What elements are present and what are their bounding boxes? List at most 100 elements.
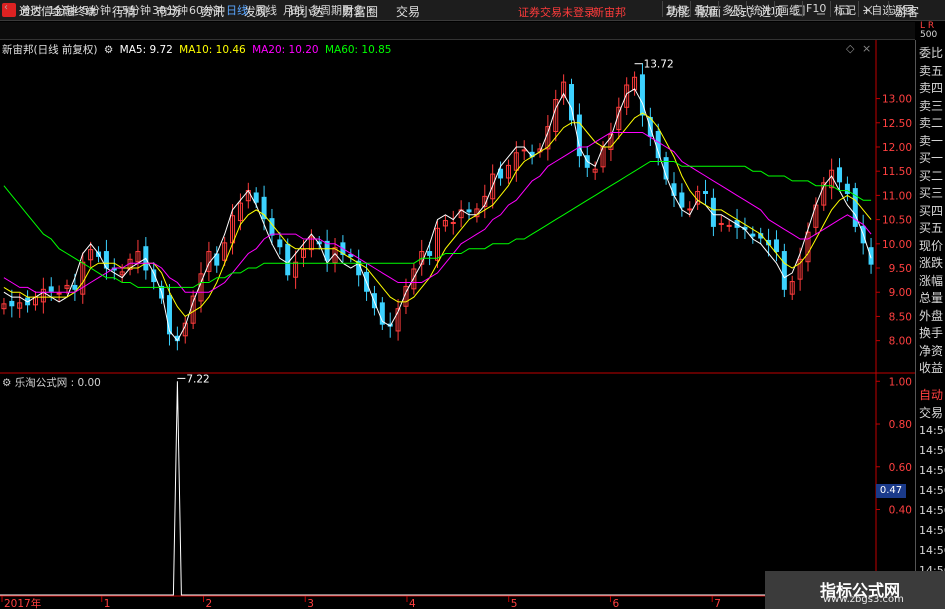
period-multi[interactable]: 多周期 — [309, 2, 342, 18]
ma5-label: MA5: 9.72 — [119, 44, 173, 56]
period-more[interactable]: 更多 — [342, 2, 364, 18]
sidebar-row: 现价 — [919, 238, 944, 253]
y-tick-label: 8.00 — [889, 336, 912, 348]
sidebar-row: 买四 — [919, 203, 944, 218]
trade-time: 14:56 — [919, 504, 945, 517]
draw-button[interactable]: 画线 — [774, 1, 803, 17]
left-arrow-icon[interactable]: ‹ — [4, 2, 8, 13]
candle-body — [450, 222, 456, 225]
overlay-button[interactable]: 叠加 — [690, 1, 719, 17]
diamond-icon[interactable]: ◇ — [846, 42, 854, 55]
sidebar-row: 卖三 — [919, 98, 944, 113]
ind-y-tick-label: 0.80 — [889, 419, 912, 431]
trade-time: 14:56 — [919, 464, 945, 477]
sidebar-row: 换手 — [919, 326, 944, 340]
trade-time: 14:56 — [919, 484, 945, 497]
y-tick-label: 9.00 — [889, 287, 912, 299]
period-weekly[interactable]: 周线 — [255, 2, 277, 18]
candle-body — [466, 209, 472, 213]
x-tick-label: 6 — [612, 598, 619, 609]
y-tick-label: 12.00 — [882, 142, 912, 154]
candle-body — [655, 130, 661, 159]
sidebar-row: 卖一 — [919, 133, 944, 148]
candle-body — [718, 222, 724, 225]
period-daily[interactable]: 日线 — [226, 2, 248, 18]
sidebar-row: 涨幅 — [919, 273, 944, 288]
sidebar-row: 买二 — [919, 168, 944, 183]
ind-y-tick-label: 1.00 — [889, 376, 912, 388]
f10-button[interactable]: F10 — [802, 1, 829, 17]
sidebar-row: 卖四 — [919, 81, 944, 95]
y-tick-label: 10.50 — [882, 215, 912, 227]
close-chart-icon[interactable]: × — [862, 42, 871, 55]
annotation-label: 7.22 — [186, 373, 209, 385]
indicator-info: ⚙ 乐淘公式网 : 0.00 — [2, 375, 101, 390]
back-button[interactable]: 返回 — [888, 1, 917, 17]
sidebar-row: 外盘 — [919, 308, 944, 323]
auto-label[interactable]: 自动 — [919, 386, 943, 403]
more-arrow-icon[interactable]: › — [368, 2, 372, 15]
candle-body — [9, 300, 15, 307]
candle-body — [750, 233, 756, 237]
period-toolbar — [0, 22, 915, 40]
indicator-title: 乐淘公式网 : 0.00 — [14, 377, 101, 389]
period-1min[interactable]: 1分钟 — [48, 2, 77, 18]
x-tick-label: 2 — [205, 598, 212, 609]
candle-body — [277, 239, 283, 248]
adjust-button[interactable]: 复权 — [662, 1, 691, 17]
indicator-current-value: 0.47 — [876, 484, 906, 498]
mark-button[interactable]: 标记 — [830, 1, 859, 17]
multi-stock-button[interactable]: 多股 — [718, 1, 747, 17]
ma10-label: MA10: 10.46 — [179, 44, 246, 56]
trade-time: 14:56 — [919, 444, 945, 457]
period-monthly[interactable]: 月线 — [283, 2, 305, 18]
kline-chart[interactable]: 13.727.22 8.008.509.009.5010.0010.5011.0… — [0, 40, 915, 609]
login-warning[interactable]: 证券交易未登录 — [518, 4, 595, 20]
candle-body — [837, 167, 843, 183]
stock-name-top: 新宙邦 — [593, 6, 626, 19]
period-15min[interactable]: 15分钟 — [115, 2, 151, 18]
sidebar-row: 买五 — [919, 221, 944, 235]
candle-body — [703, 191, 709, 194]
y-tick-label: 9.50 — [889, 263, 912, 275]
x-tick-label: 4 — [409, 598, 416, 609]
menu-trade[interactable]: 交易 — [396, 3, 420, 20]
candle-body — [773, 239, 779, 253]
candle-body — [427, 251, 433, 256]
period-60min[interactable]: 60分钟 — [189, 2, 225, 18]
ma10-line — [3, 112, 872, 318]
y-tick-label: 13.00 — [882, 94, 912, 106]
trade-time: 14:56 — [919, 524, 945, 537]
candle-body — [72, 284, 78, 290]
sidebar-row: 净资 — [919, 343, 944, 358]
chart-info-line: 新宙邦(日线 前复权) ⚙ MA5: 9.72 MA10: 10.46 MA20… — [2, 42, 395, 57]
lr-badge[interactable]: L R 500 — [920, 22, 937, 40]
candle-body — [679, 192, 685, 208]
stats-button[interactable]: 统计 — [746, 1, 775, 17]
sidebar-row: 卖二 — [919, 116, 944, 130]
candle-body — [48, 286, 54, 292]
sidebar-row: 收益 — [919, 361, 944, 375]
ind-y-tick-label: 0.60 — [889, 462, 912, 474]
x-tick-label: 3 — [307, 598, 314, 609]
candle-body — [285, 243, 291, 276]
y-tick-label: 11.00 — [882, 190, 912, 202]
x-tick-label: 2017年 — [4, 597, 41, 609]
y-tick-label: 10.00 — [882, 239, 912, 251]
sidebar-row: 买一 — [919, 151, 944, 165]
period-30min[interactable]: 30分钟 — [152, 2, 188, 18]
candle-body — [521, 149, 527, 152]
period-timeshare[interactable]: 分时 — [20, 2, 42, 18]
sidebar-row: 买三 — [919, 186, 944, 200]
candle-body — [253, 192, 259, 203]
ma60-label: MA60: 10.85 — [324, 44, 392, 56]
candle-body — [56, 292, 62, 295]
candle-body — [726, 224, 732, 227]
sidebar-row: 委比 — [919, 46, 944, 60]
period-5min[interactable]: 5分钟 — [82, 2, 111, 18]
ma20-label: MA20: 10.20 — [252, 44, 319, 56]
y-tick-label: 12.50 — [882, 118, 912, 130]
settings-icon[interactable]: ⚙ — [2, 377, 11, 389]
settings-icon[interactable]: ⚙ — [104, 44, 113, 56]
sidebar-row: 涨跌 — [919, 256, 944, 270]
